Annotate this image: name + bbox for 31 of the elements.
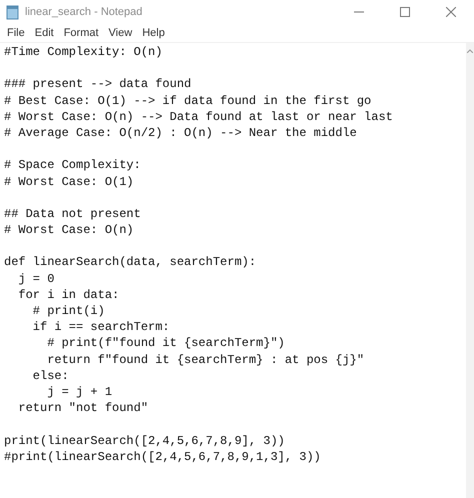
code-line: return "not found" — [17, 400, 150, 416]
code-line: else: — [32, 368, 70, 384]
code-line: def linearSearch(data, searchTerm): — [4, 254, 258, 271]
scroll-up-icon[interactable] — [467, 49, 473, 53]
code-line: print(linearSearch([2,4,5,6,7,8,9], 3)) — [4, 432, 286, 449]
close-icon[interactable] — [446, 7, 456, 17]
code-line: j = 0 — [17, 270, 56, 287]
maximize-icon[interactable] — [400, 7, 410, 17]
code-line: # Worst Case: O(n) — [4, 222, 135, 238]
notepad-icon — [6, 4, 19, 20]
code-line: # print(i) — [32, 303, 106, 320]
code-line: # Best Case: O(1) --> if data found in the first go — [4, 92, 372, 109]
code-line: return f"found it {searchTerm} : at pos {j}" — [46, 352, 366, 368]
code-line: # Space Complexity: — [4, 157, 142, 174]
menu-item[interactable]: View — [104, 27, 138, 39]
code-line: j = j + 1 — [46, 384, 114, 400]
code-line: # Average Case: O(n/2) : O(n) --> Near the middle — [4, 124, 358, 142]
code-line: ### present --> data found — [4, 76, 192, 93]
code-line: #print(linearSearch([2,4,5,6,7,8,9,1,3], 3)) — [4, 448, 322, 465]
menu-item[interactable]: Format — [58, 27, 104, 39]
code-line: # Worst Case: O(1) — [4, 174, 135, 190]
code-line: # Worst Case: O(n) --> Data found at last or near last — [4, 108, 394, 125]
menu-item[interactable]: File — [2, 27, 30, 39]
menu-item[interactable]: Help — [137, 27, 170, 39]
code-line: ## Data not present — [4, 206, 142, 222]
menu-item[interactable]: Edit — [30, 27, 59, 39]
code-line: # print(f"found it {searchTerm}") — [46, 335, 286, 352]
code-line: for i in data: — [17, 286, 120, 303]
code-line: #Time Complexity: O(n) — [4, 44, 164, 60]
code-line: if i == searchTerm: — [32, 319, 171, 336]
window-title: linear_search - Notepad — [25, 6, 144, 18]
